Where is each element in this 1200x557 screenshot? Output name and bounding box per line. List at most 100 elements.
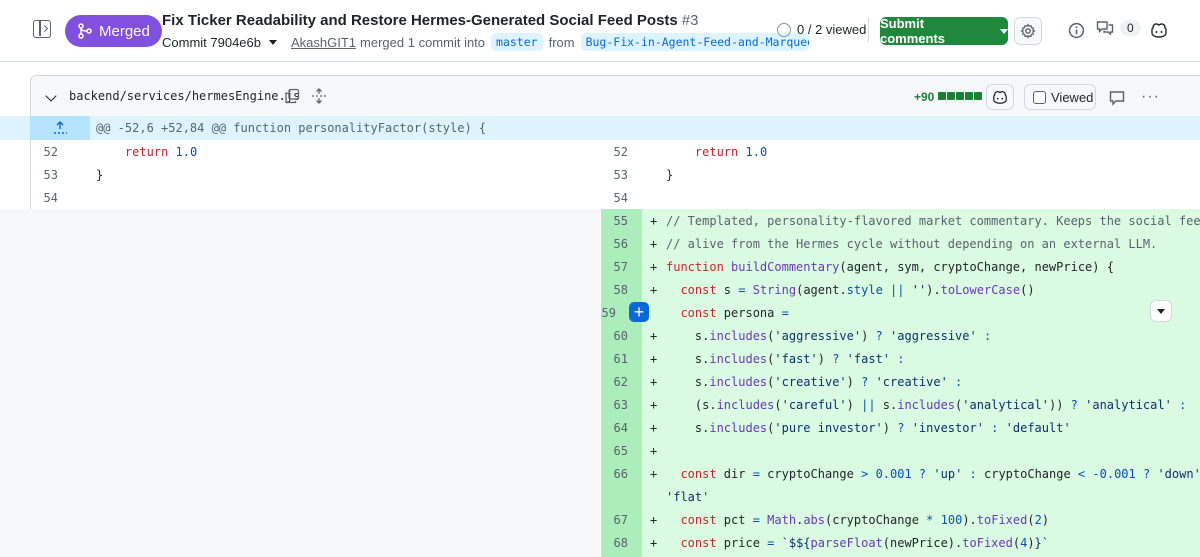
plus-marker: + <box>650 421 658 435</box>
submit-comments-label: Submit comments <box>880 16 946 46</box>
left-code: } <box>96 168 104 182</box>
diffstat-block <box>956 92 964 100</box>
kebab-menu-icon[interactable]: ··· <box>1141 88 1160 106</box>
diffstat-block <box>938 92 946 100</box>
pr-title: Fix Ticker Readability and Restore Herme… <box>162 12 698 29</box>
added-code: const dir = cryptoChange > 0.001 ? 'up' … <box>680 467 1200 481</box>
added-code: const s = String(agent.style || '').toLo… <box>680 283 1035 297</box>
right-line-number[interactable]: 58 <box>598 283 628 297</box>
empty-left-cell <box>0 301 600 324</box>
diff-added-row: 66 + const dir = cryptoChange > 0.001 ? … <box>0 462 1200 508</box>
comments-toggle[interactable]: 0 <box>1096 20 1141 36</box>
sidebar-toggle-icon[interactable] <box>33 20 51 38</box>
right-line-number[interactable]: 67 <box>598 513 628 527</box>
right-line-number[interactable]: 56 <box>598 237 628 251</box>
expand-up-button[interactable] <box>30 116 90 140</box>
left-code: return 1.0 <box>124 145 198 159</box>
empty-left-cell <box>0 508 600 531</box>
file-path[interactable]: backend/services/hermesEngine.js <box>69 89 300 103</box>
right-line-number[interactable]: 55 <box>598 214 628 228</box>
copy-icon[interactable] <box>284 88 300 104</box>
commit-selector[interactable]: Commit 7904e6b <box>162 35 261 50</box>
from-label: from <box>548 34 575 50</box>
left-line-number[interactable]: 54 <box>28 191 58 205</box>
empty-left-cell <box>0 324 600 347</box>
diff-view: @@ -52,6 +52,84 @@ function personalityF… <box>0 116 1200 557</box>
pr-title-text: Fix Ticker Readability and Restore Herme… <box>162 12 678 29</box>
diff-context-row: 53 } 53 } <box>0 163 1200 186</box>
pr-number: #3 <box>681 12 699 29</box>
checkbox-icon <box>1033 90 1046 104</box>
settings-button[interactable] <box>1014 17 1042 45</box>
diffstat-block <box>965 92 973 100</box>
progress-circle-icon <box>777 22 791 37</box>
empty-left-cell <box>0 255 600 278</box>
right-line-number[interactable]: 57 <box>598 260 628 274</box>
right-line-number[interactable]: 63 <box>598 398 628 412</box>
right-code: return 1.0 <box>694 145 768 159</box>
empty-left-cell <box>0 393 600 416</box>
added-code: const persona = <box>680 306 789 320</box>
empty-left-cell <box>0 209 600 232</box>
hunk-menu-button[interactable] <box>1150 300 1172 322</box>
chevron-down-icon <box>1000 28 1008 34</box>
diff-added-row: 61 + s.includes('fast') ? 'fast' : <box>0 347 1200 370</box>
file-header: backend/services/hermesEngine.js +90 Vie… <box>31 76 1200 118</box>
author-link[interactable]: AkashGIT1 <box>291 35 356 50</box>
added-code: const price = `$${parseFloat(newPrice).t… <box>680 536 1049 550</box>
hunk-header-text: @@ -52,6 +52,84 @@ function personalityF… <box>96 121 487 135</box>
merged-status-badge: Merged <box>65 15 162 47</box>
added-code: (s.includes('careful') || s.includes('an… <box>666 398 1187 412</box>
right-line-number[interactable]: 61 <box>598 352 628 366</box>
copilot-icon[interactable] <box>1150 21 1168 39</box>
added-code: s.includes('creative') ? 'creative' : <box>666 375 963 389</box>
comment-discussion-icon <box>1096 21 1114 36</box>
plus-marker: + <box>650 214 658 228</box>
right-line-number[interactable]: 59 <box>586 306 616 320</box>
expand-up-icon <box>54 121 67 134</box>
expand-all-icon[interactable] <box>311 88 327 104</box>
copilot-file-button[interactable] <box>986 84 1014 110</box>
empty-left-cell <box>0 531 600 557</box>
diff-added-row: 64 + s.includes('pure investor') ? 'inve… <box>0 416 1200 439</box>
head-branch[interactable]: Bug-Fix-in-Agent-Feed-and-Marquee-ba <box>580 33 809 51</box>
diff-context-row: 54 54 <box>0 186 1200 209</box>
diff-added-row: 57 + function buildCommentary(agent, sym… <box>0 255 1200 278</box>
submit-comments-button[interactable]: Submit comments <box>880 16 1008 46</box>
chevron-down-icon[interactable] <box>269 39 277 45</box>
viewed-progress: 0 / 2 viewed <box>777 22 866 37</box>
left-line-number[interactable]: 53 <box>28 168 58 182</box>
added-code: s.includes('aggressive') ? 'aggressive' … <box>666 329 992 343</box>
comment-icon[interactable] <box>1109 90 1125 106</box>
empty-left-cell <box>0 370 600 393</box>
plus-marker: + <box>650 260 658 274</box>
viewed-progress-label: 0 / 2 viewed <box>797 22 867 37</box>
left-line-number[interactable]: 52 <box>28 145 58 159</box>
right-line-number[interactable]: 60 <box>598 329 628 343</box>
info-icon[interactable] <box>1068 22 1085 39</box>
added-code-wrap: 'flat' <box>666 490 710 504</box>
plus-marker: + <box>650 352 658 366</box>
right-line-number[interactable]: 52 <box>598 145 628 159</box>
viewed-checkbox-button[interactable]: Viewed <box>1024 84 1096 110</box>
right-line-number[interactable]: 68 <box>598 536 628 550</box>
diff-added-row: 63 + (s.includes('careful') || s.include… <box>0 393 1200 416</box>
added-code: const pct = Math.abs(cryptoChange * 100)… <box>680 513 1050 527</box>
add-line-comment-button[interactable]: + <box>629 302 649 322</box>
right-line-number[interactable]: 66 <box>598 467 628 481</box>
collapse-chevron-icon[interactable] <box>45 90 57 102</box>
base-branch[interactable]: master <box>491 33 543 51</box>
gear-icon <box>1020 23 1036 39</box>
right-line-number[interactable]: 64 <box>598 421 628 435</box>
merge-icon <box>78 23 92 39</box>
merged-status-label: Merged <box>99 22 150 40</box>
diffstat-block <box>947 92 955 100</box>
viewed-label: Viewed <box>1051 89 1094 105</box>
right-line-number[interactable]: 54 <box>598 191 628 205</box>
pr-subline: Commit 7904e6b AkashGIT1 merged 1 commit… <box>162 33 809 51</box>
right-line-number[interactable]: 65 <box>598 444 628 458</box>
right-line-number[interactable]: 62 <box>598 375 628 389</box>
empty-left-cell <box>0 278 600 301</box>
right-line-number[interactable]: 53 <box>598 168 628 182</box>
plus-marker: + <box>650 444 658 458</box>
